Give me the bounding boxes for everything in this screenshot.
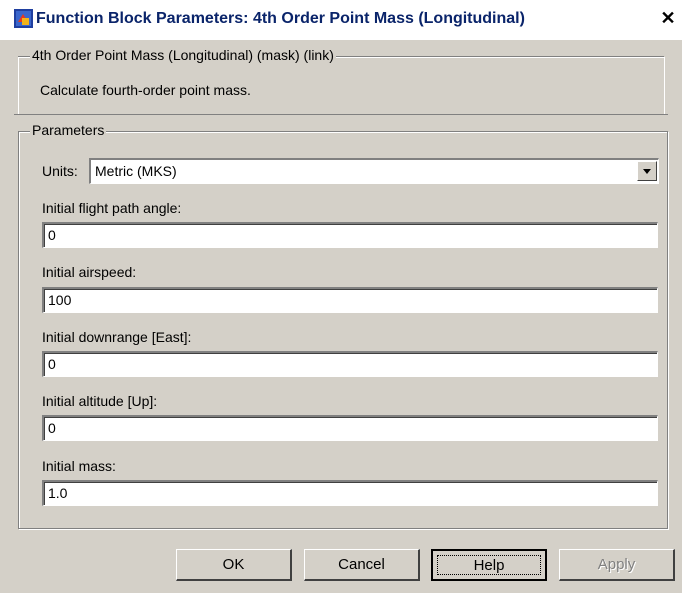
description-group-title: 4th Order Point Mass (Longitudinal) (mas…: [30, 47, 336, 63]
chevron-down-icon[interactable]: [637, 161, 657, 181]
ok-button-label: OK: [222, 556, 245, 573]
divider: [14, 114, 668, 115]
description-text: Calculate fourth-order point mass.: [40, 82, 251, 98]
units-select-value: Metric (MKS): [95, 163, 177, 179]
initial-mass-field[interactable]: 1.0: [42, 480, 658, 506]
initial-airspeed-field[interactable]: 100: [42, 287, 658, 313]
title-bar: Function Block Parameters: 4th Order Poi…: [0, 0, 682, 40]
units-select[interactable]: Metric (MKS): [89, 158, 659, 184]
apply-button-label: Apply: [597, 556, 636, 573]
initial-downrange-label: Initial downrange [East]:: [42, 329, 192, 345]
ok-button[interactable]: OK: [176, 549, 292, 581]
help-button[interactable]: Help: [431, 549, 547, 581]
simulink-block-icon: [14, 9, 33, 28]
initial-airspeed-label: Initial airspeed:: [42, 264, 137, 280]
initial-downrange-field[interactable]: 0: [42, 351, 658, 377]
cancel-button[interactable]: Cancel: [304, 549, 420, 581]
initial-altitude-field[interactable]: 0: [42, 415, 658, 441]
cancel-button-label: Cancel: [338, 556, 385, 573]
parameters-group-title: Parameters: [30, 122, 107, 138]
initial-altitude-label: Initial altitude [Up]:: [42, 393, 158, 409]
initial-flight-path-angle-field[interactable]: 0: [42, 222, 658, 248]
window-title: Function Block Parameters: 4th Order Poi…: [36, 10, 525, 27]
close-icon[interactable]: ✕: [658, 8, 678, 28]
units-label: Units:: [42, 163, 78, 179]
initial-flight-path-angle-label: Initial flight path angle:: [42, 200, 182, 216]
apply-button[interactable]: Apply: [559, 549, 675, 581]
initial-mass-label: Initial mass:: [42, 458, 116, 474]
focus-outline: [437, 555, 541, 575]
